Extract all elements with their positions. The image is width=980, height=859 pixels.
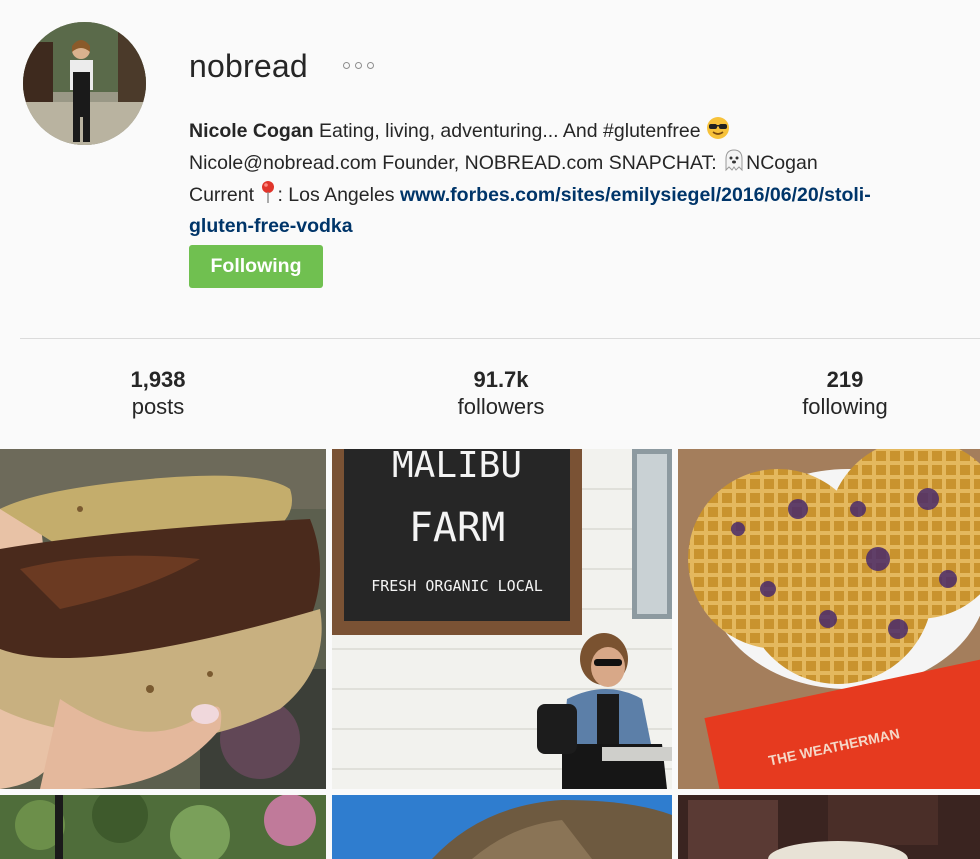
- post-thumbnail[interactable]: [0, 449, 326, 789]
- post-thumbnail[interactable]: [0, 795, 326, 859]
- bio-line-3: Current : Los Angeles www.forbes.com/sit…: [189, 180, 969, 212]
- profile-website-link[interactable]: www.forbes.com/sites/emilysiegel/2016/06…: [400, 184, 871, 206]
- post-thumbnail[interactable]: MALIBU FARM FRESH ORGANIC LOCAL: [332, 449, 672, 789]
- post-thumbnail[interactable]: [678, 795, 980, 859]
- stat-posts: 1,938 posts: [130, 367, 186, 419]
- ghost-emoji-icon: [722, 148, 746, 180]
- profile-website-link-cont[interactable]: gluten-free-vodka: [189, 215, 353, 237]
- following-button[interactable]: Following: [189, 245, 323, 288]
- sign-line-3: FRESH ORGANIC LOCAL: [371, 577, 543, 595]
- stat-following[interactable]: 219 following: [745, 366, 945, 420]
- post-thumbnail[interactable]: THE WEATHERMAN: [678, 449, 980, 789]
- bio-line-4: gluten-free-vodka: [189, 212, 969, 240]
- post-thumbnail[interactable]: [332, 795, 672, 859]
- sign-line-1: MALIBU: [392, 449, 522, 486]
- more-options-icon[interactable]: [343, 62, 374, 69]
- profile-avatar: [23, 22, 146, 145]
- profile-bio: Nicole Cogan Eating, living, adventuring…: [189, 116, 969, 240]
- header-divider: [20, 338, 980, 339]
- sunglasses-emoji-icon: [706, 116, 730, 148]
- stat-followers[interactable]: 91.7k followers: [401, 366, 601, 420]
- profile-full-name: Nicole Cogan: [189, 120, 314, 142]
- sign-line-2: FARM: [409, 505, 505, 551]
- profile-username: nobread: [189, 48, 308, 84]
- bio-line-1: Nicole Cogan Eating, living, adventuring…: [189, 116, 969, 148]
- bio-line-2: Nicole@nobread.com Founder, NOBREAD.com …: [189, 148, 969, 180]
- location-pin-icon: [259, 180, 277, 212]
